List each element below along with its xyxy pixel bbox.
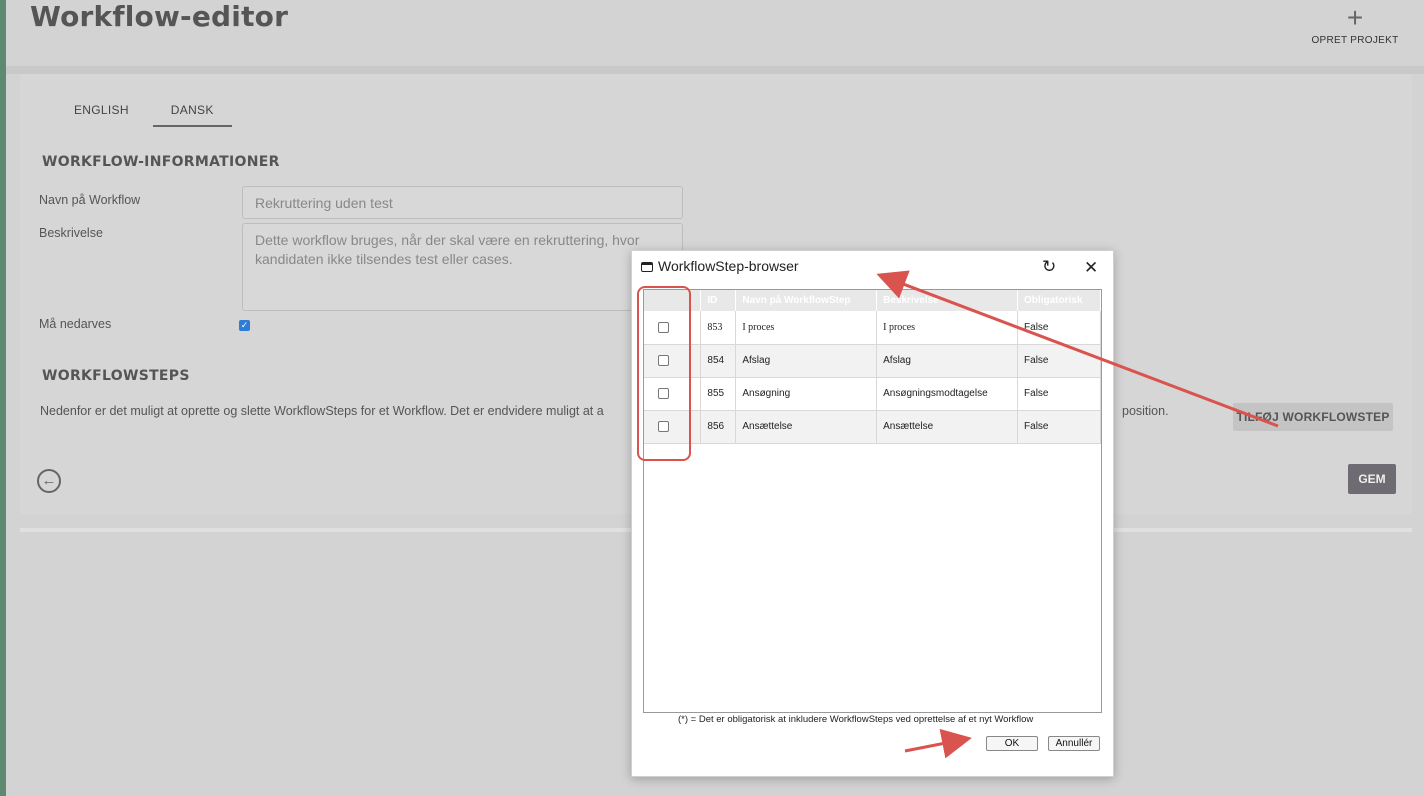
inherit-checkbox[interactable]: ✓ <box>239 320 250 331</box>
cell-description: I proces <box>876 311 1019 345</box>
info-section-title: WORKFLOW-INFORMATIONER <box>42 154 280 170</box>
cell-name: Ansættelse <box>735 410 878 444</box>
cell-description: Afslag <box>876 344 1019 378</box>
refresh-icon[interactable]: ↻ <box>1042 257 1056 277</box>
add-workflowstep-button[interactable]: TILFØJ WORKFLOWSTEP <box>1233 403 1393 431</box>
cell-id: 856 <box>700 410 737 444</box>
cancel-button[interactable]: Annullér <box>1048 736 1100 751</box>
header-divider <box>6 66 1424 74</box>
language-tabs: ENGLISH DANSK <box>56 103 238 127</box>
back-arrow-icon[interactable]: ← <box>37 469 61 493</box>
table-row[interactable]: 856 Ansættelse Ansættelse False <box>644 410 1101 444</box>
tab-english[interactable]: ENGLISH <box>56 103 147 127</box>
cell-id: 854 <box>700 344 737 378</box>
column-header-description[interactable]: Beskrivelse <box>876 290 1019 311</box>
cell-description: Ansættelse <box>876 410 1019 444</box>
workflowstep-browser-dialog: WorkflowStep-browser ↻ ✕ ID Navn på Work… <box>631 250 1114 777</box>
tab-dansk[interactable]: DANSK <box>152 103 232 127</box>
steps-section-title: WORKFLOWSTEPS <box>42 368 190 384</box>
name-label: Navn på Workflow <box>39 193 141 207</box>
cell-id: 853 <box>700 311 737 345</box>
table-row[interactable]: 853 I proces I proces False <box>644 311 1101 345</box>
create-project-label: OPRET PROJEKT <box>1311 35 1399 46</box>
mandatory-note: (*) = Det er obligatorisk at inkludere W… <box>678 714 1034 725</box>
cell-mandatory: False <box>1017 377 1101 411</box>
save-button[interactable]: GEM <box>1348 464 1396 494</box>
cell-name: Afslag <box>735 344 878 378</box>
column-header-id[interactable]: ID <box>700 290 737 311</box>
ok-button[interactable]: OK <box>986 736 1038 751</box>
table-header-row: ID Navn på WorkflowStep Beskrivelse Obli… <box>644 290 1101 311</box>
column-header-mandatory[interactable]: Obligatorisk <box>1017 290 1101 311</box>
dialog-title: WorkflowStep-browser <box>658 258 799 274</box>
inherit-label: Må nedarves <box>39 317 112 331</box>
cell-mandatory: False <box>1017 410 1101 444</box>
description-label: Beskrivelse <box>39 226 103 240</box>
cell-description: Ansøgningsmodtagelse <box>876 377 1019 411</box>
name-input[interactable]: Rekruttering uden test <box>242 186 683 219</box>
cell-name: I proces <box>735 311 878 345</box>
left-accent-strip <box>0 0 6 796</box>
create-project-button[interactable]: + OPRET PROJEKT <box>1310 2 1400 47</box>
table-row[interactable]: 854 Afslag Afslag False <box>644 344 1101 378</box>
cell-name: Ansøgning <box>735 377 878 411</box>
plus-icon: + <box>1346 2 1364 33</box>
steps-description: Nedenfor er det muligt at oprette og sle… <box>40 404 604 418</box>
workflowstep-grid: ID Navn på WorkflowStep Beskrivelse Obli… <box>643 289 1102 713</box>
steps-description-end: position. <box>1122 404 1169 418</box>
page-title: Workflow-editor <box>30 0 289 33</box>
workflowstep-table: ID Navn på WorkflowStep Beskrivelse Obli… <box>644 290 1101 444</box>
window-icon <box>641 262 653 272</box>
cell-id: 855 <box>700 377 737 411</box>
cell-mandatory: False <box>1017 344 1101 378</box>
column-header-name[interactable]: Navn på WorkflowStep <box>735 290 878 311</box>
cell-mandatory: False <box>1017 311 1101 345</box>
checkbox-highlight-annotation <box>637 286 691 461</box>
description-textarea[interactable]: Dette workflow bruges, når der skal være… <box>242 223 683 311</box>
close-icon[interactable]: ✕ <box>1084 258 1098 278</box>
table-row[interactable]: 855 Ansøgning Ansøgningsmodtagelse False <box>644 377 1101 411</box>
